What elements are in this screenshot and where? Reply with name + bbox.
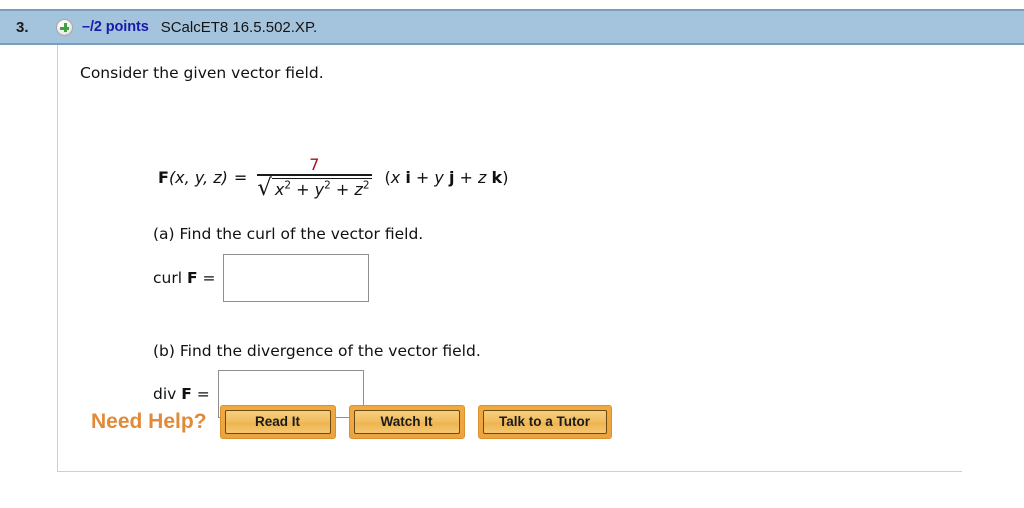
unit-vector-j: j [448, 167, 455, 187]
radicand-term-z: z [354, 180, 363, 199]
curl-label-vector-f: F [186, 269, 198, 287]
curl-label-text: curl [153, 269, 187, 287]
formula-arguments: (x, y, z) [168, 167, 228, 187]
part-b-prompt: (b) Find the divergence of the vector fi… [153, 342, 481, 360]
vector-z: z [478, 167, 487, 187]
part-a-prompt: (a) Find the curl of the vector field. [153, 225, 424, 243]
radicand-term-x: x [274, 180, 285, 199]
formula-numerator: 7 [309, 155, 320, 174]
question-header-bar: 3. –/2 points SCalcET8 16.5.502.XP. [0, 9, 1024, 45]
radicand-plus-2: + [335, 180, 350, 199]
vector-close-paren: ) [502, 167, 509, 187]
intro-text: Consider the given vector field. [80, 64, 324, 82]
div-label-equals: = [191, 385, 210, 403]
curl-answer-label: curl F = [153, 269, 215, 287]
vector-plus-2: + [459, 167, 473, 187]
question-number: 3. [16, 18, 29, 36]
vector-x: x [390, 167, 401, 187]
read-it-button-label: Read It [224, 410, 331, 434]
radicand-exp-z: 2 [362, 179, 370, 192]
formula-vector-part: (x i + y j + z k) [385, 168, 509, 187]
vector-y: y [434, 167, 444, 187]
radicand-plus-1: + [296, 180, 310, 199]
div-answer-label: div F = [153, 385, 210, 403]
vector-plus-1: + [415, 167, 430, 187]
part-a-answer-row: curl F = [153, 254, 370, 302]
points-label: –/2 points [82, 19, 149, 35]
formula-equals: = [233, 167, 248, 187]
formula-fraction: 7 √ x2 + y2 + z2 [257, 155, 372, 201]
curl-answer-input[interactable] [223, 254, 370, 302]
div-label-text: div [153, 385, 182, 403]
need-help-label: Need Help? [91, 410, 207, 433]
question-content-panel: Consider the given vector field. F (x, y,… [57, 45, 962, 472]
radicand-exp-y: 2 [324, 179, 331, 192]
curl-label-equals: = [197, 269, 216, 287]
talk-to-a-tutor-button[interactable]: Talk to a Tutor [477, 405, 612, 439]
radicand-term-y: y [314, 180, 325, 199]
read-it-button[interactable]: Read It [219, 405, 336, 439]
question-code-label: SCalcET8 16.5.502.XP. [160, 18, 318, 36]
radicand: x2 + y2 + z2 [271, 178, 372, 200]
div-label-vector-f: F [181, 385, 192, 403]
radical-sign-icon: √ [257, 175, 272, 201]
unit-vector-k: k [491, 167, 503, 187]
unit-vector-i: i [405, 167, 411, 187]
formula-function-name: F [158, 167, 169, 187]
formula-denominator: √ x2 + y2 + z2 [257, 175, 372, 201]
watch-it-button-label: Watch It [353, 410, 460, 434]
plus-circle-icon[interactable] [56, 18, 73, 36]
radicand-exp-x: 2 [284, 179, 292, 192]
question-page: 3. –/2 points SCalcET8 16.5.502.XP. Cons… [0, 0, 1024, 508]
vector-field-formula: F (x, y, z) = 7 √ x2 + y2 + z2 (x i + y j… [158, 155, 509, 201]
talk-to-a-tutor-button-label: Talk to a Tutor [482, 410, 607, 434]
need-help-section: Need Help? Read It Watch It Talk to a Tu… [91, 405, 625, 439]
watch-it-button[interactable]: Watch It [348, 405, 465, 439]
